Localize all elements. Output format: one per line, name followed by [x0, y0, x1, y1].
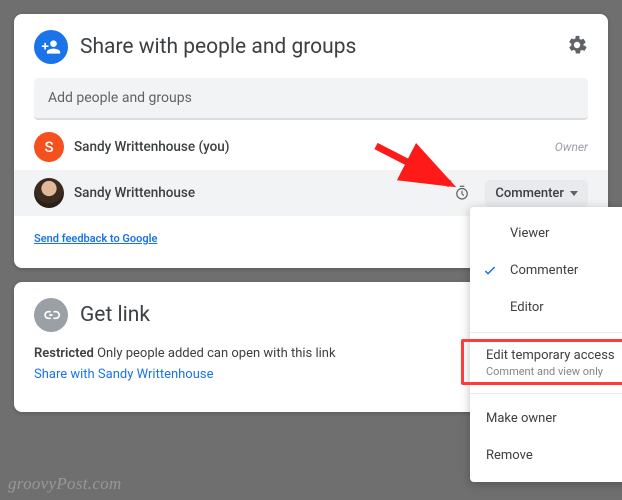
person-row-owner: S Sandy Writtenhouse (you) Owner: [34, 124, 588, 170]
role-current: Commenter: [495, 186, 564, 201]
role-option-viewer[interactable]: Viewer: [470, 215, 622, 252]
share-header: Share with people and groups: [34, 30, 588, 64]
check-icon: [482, 263, 498, 279]
role-option-edit-temporary-access[interactable]: Edit temporary access Comment and view o…: [470, 339, 622, 387]
timer-icon: [453, 184, 471, 202]
menu-divider: [470, 393, 622, 394]
role-option-make-owner[interactable]: Make owner: [470, 400, 622, 437]
add-people-placeholder: Add people and groups: [48, 90, 192, 106]
menu-divider: [470, 332, 622, 333]
add-people-input[interactable]: Add people and groups: [34, 78, 588, 120]
link-icon: [34, 298, 68, 332]
role-option-remove[interactable]: Remove: [470, 437, 622, 474]
role-dropdown-button[interactable]: Commenter: [485, 180, 588, 207]
person-add-icon: [34, 30, 68, 64]
role-option-editor[interactable]: Editor: [470, 289, 622, 326]
share-title: Share with people and groups: [80, 35, 554, 59]
settings-gear-icon[interactable]: [566, 34, 588, 60]
avatar: S: [34, 132, 64, 162]
person-name: Sandy Writtenhouse: [74, 185, 443, 201]
watermark-text: groovyPost.com: [8, 474, 122, 494]
role-option-commenter[interactable]: Commenter: [470, 252, 622, 289]
person-name: Sandy Writtenhouse (you): [74, 139, 545, 155]
avatar: [34, 178, 64, 208]
role-label-owner: Owner: [555, 140, 588, 154]
role-dropdown-menu: Viewer Commenter Editor Edit temporary a…: [470, 207, 622, 482]
chevron-down-icon: [570, 191, 578, 196]
